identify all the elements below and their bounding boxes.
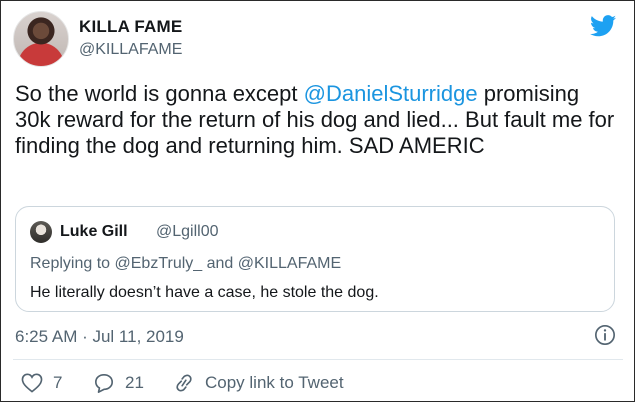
replying-mention-1[interactable]: @EbzTruly_ (115, 255, 203, 272)
divider (13, 359, 623, 360)
replying-prefix: Replying to (30, 255, 115, 272)
quoted-author-name: Luke Gill (60, 223, 128, 240)
mention-link[interactable]: @DanielSturridge (304, 81, 478, 106)
author-avatar[interactable] (13, 11, 69, 67)
timestamp[interactable]: 6:25 AM · Jul 11, 2019 (15, 327, 184, 347)
info-icon[interactable] (594, 324, 616, 346)
quoted-text: He literally doesn’t have a case, he sto… (30, 284, 379, 301)
twitter-bird-icon[interactable] (590, 15, 616, 37)
replying-and: and (202, 255, 238, 272)
reply-count: 21 (125, 373, 144, 392)
heart-icon (21, 373, 43, 393)
author-handle[interactable]: @KILLAFAME (79, 41, 182, 59)
reply-button[interactable]: 21 (93, 373, 144, 393)
tweet-header: KILLA FAME @KILLAFAME (13, 11, 613, 67)
tweet-text-start: So the world is gonna except (15, 81, 304, 106)
quoted-tweet[interactable]: Luke Gill @Lgill00 Replying to @EbzTruly… (15, 206, 615, 312)
tweet-text: So the world is gonna except @DanielStur… (15, 81, 615, 159)
like-button[interactable]: 7 (21, 373, 62, 393)
quoted-avatar[interactable] (30, 221, 52, 243)
quoted-author-handle: @Lgill00 (156, 223, 219, 240)
replying-to: Replying to @EbzTruly_ and @KILLAFAME (30, 255, 341, 273)
tweet-card: KILLA FAME @KILLAFAME So the world is go… (0, 0, 635, 402)
copy-link-button[interactable]: Copy link to Tweet (173, 373, 344, 393)
reply-icon (95, 374, 113, 393)
tweet-actions: 7 21 Copy link to Tweet (15, 373, 615, 395)
like-count: 7 (53, 373, 63, 392)
author-name[interactable]: KILLA FAME (79, 17, 182, 37)
replying-mention-2[interactable]: @KILLAFAME (238, 255, 341, 272)
copy-link-label: Copy link to Tweet (205, 373, 344, 392)
link-icon (176, 374, 192, 392)
